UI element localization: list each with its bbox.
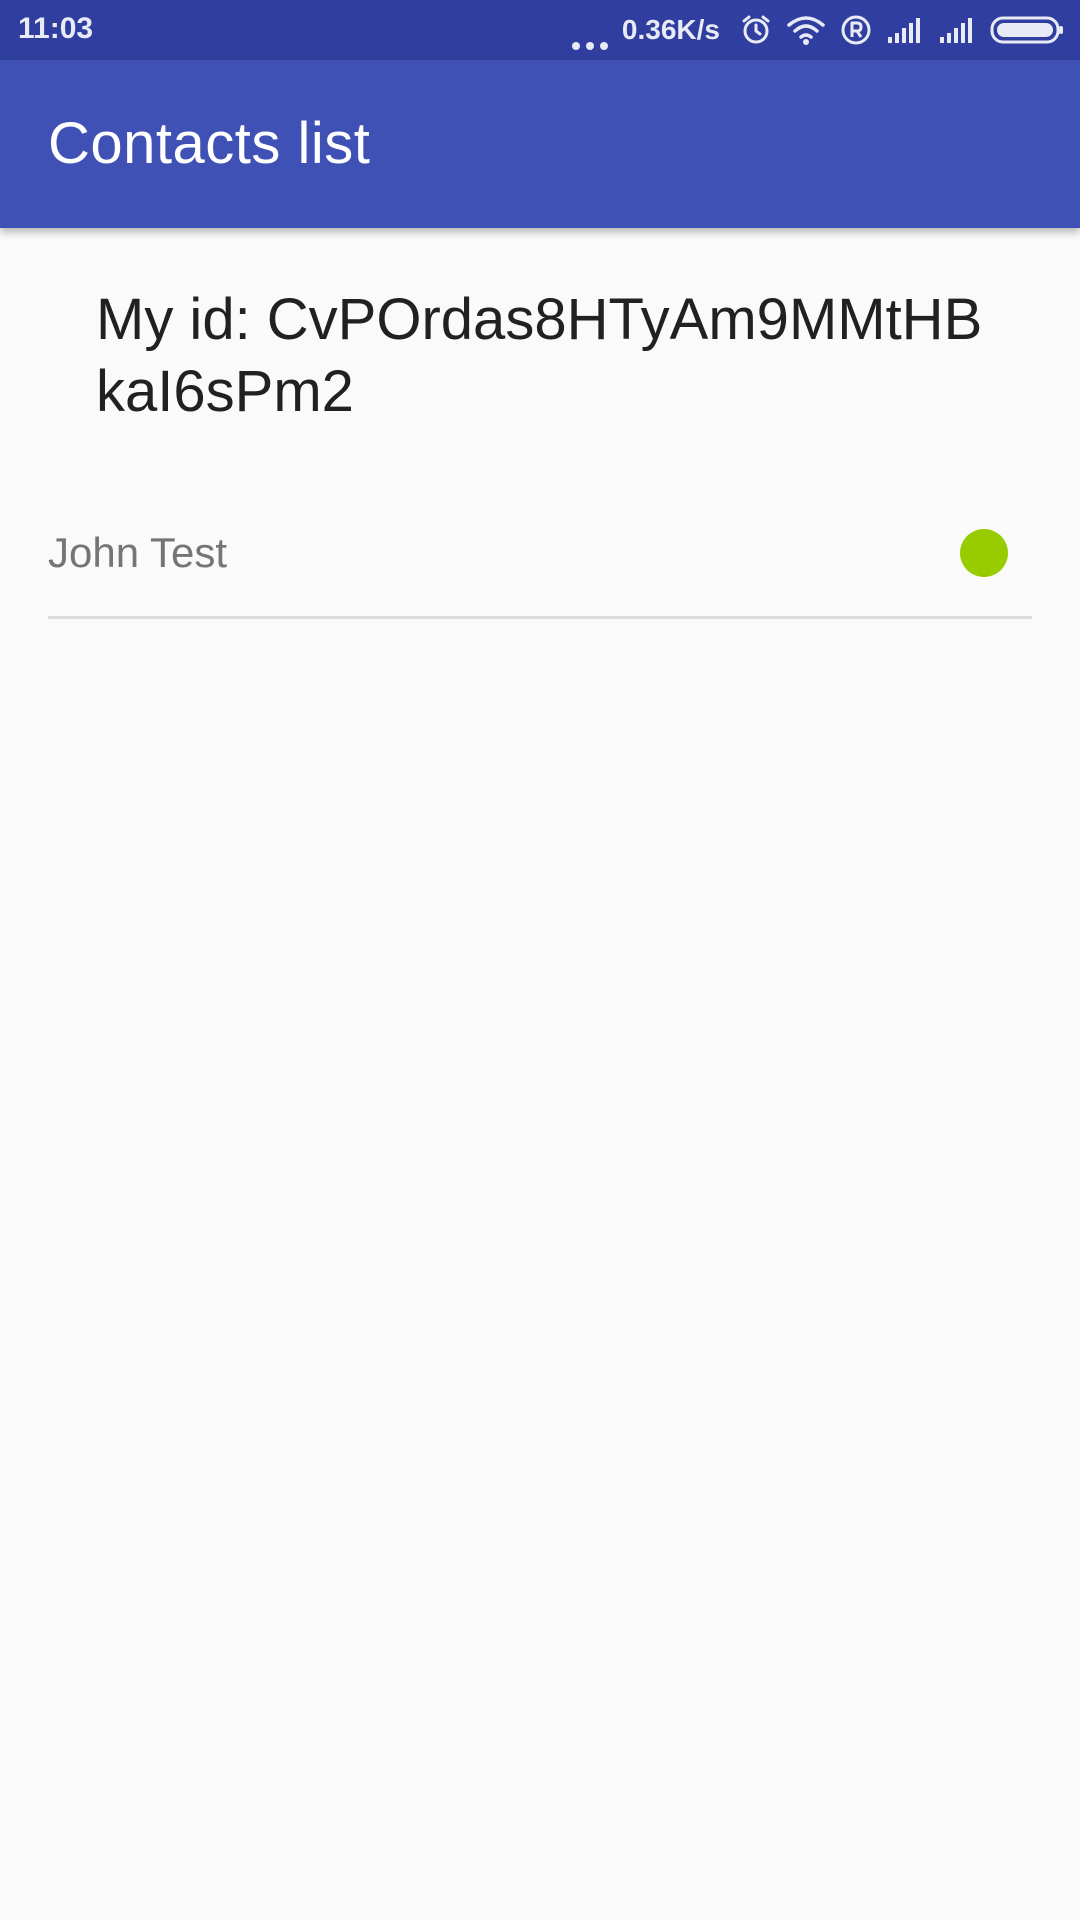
page-title: Contacts list	[48, 111, 371, 176]
my-id-label: My id: CvPOrdas8HTyAm9MMtHBkaI6sPm2	[96, 287, 983, 424]
alarm-icon	[740, 14, 772, 46]
more-dots-icon	[571, 10, 608, 50]
online-status-icon	[960, 529, 1008, 577]
signal-icon	[886, 15, 924, 45]
signal-icon	[938, 15, 976, 45]
battery-icon	[990, 15, 1064, 45]
status-bar: 11:03 0.36K/s	[0, 0, 1080, 60]
contact-list-item[interactable]: John Test	[48, 490, 1032, 619]
contacts-content: My id: CvPOrdas8HTyAm9MMtHBkaI6sPm2 John…	[0, 228, 1080, 1920]
network-speed: 0.36K/s	[621, 14, 720, 45]
app-bar: Contacts list	[0, 60, 1080, 228]
wifi-icon	[786, 14, 826, 46]
contact-name: John Test	[48, 529, 228, 576]
status-time: 11:03	[18, 12, 94, 45]
status-icons: 0.36K/s	[571, 0, 1064, 60]
registered-icon	[840, 14, 872, 46]
